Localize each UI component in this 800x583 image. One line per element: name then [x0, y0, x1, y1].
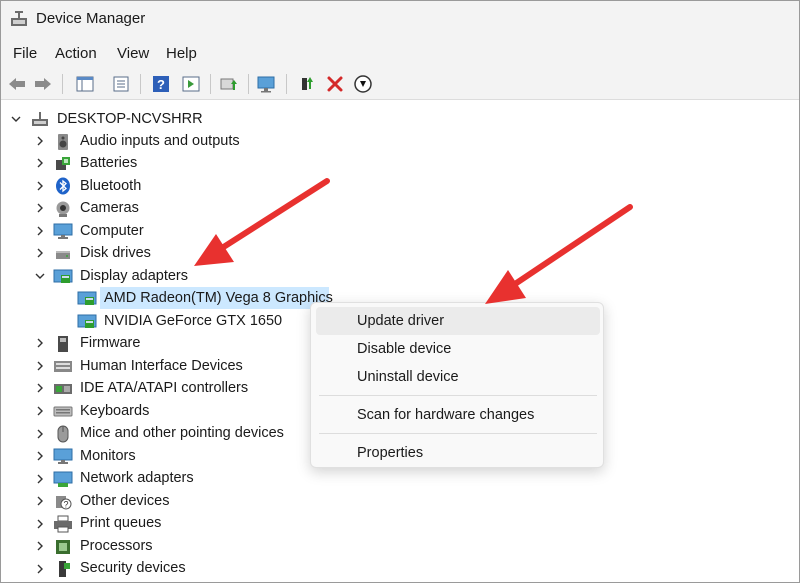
tree-device[interactable]: NVIDIA GeForce GTX 1650: [104, 310, 282, 332]
menu-file[interactable]: File: [13, 45, 37, 62]
chevron-right-icon[interactable]: [33, 517, 47, 531]
chevron-right-icon[interactable]: [33, 336, 47, 350]
hid-icon: [53, 356, 73, 376]
processor-icon: [53, 537, 73, 557]
security-device-icon: [53, 559, 73, 579]
chevron-right-icon[interactable]: [33, 562, 47, 576]
computer-icon: [53, 221, 73, 241]
chevron-right-icon[interactable]: [33, 539, 47, 553]
camera-icon: [53, 199, 73, 219]
menu-action[interactable]: Action: [55, 45, 97, 62]
tree-category[interactable]: Display adapters: [80, 265, 188, 287]
tree-category[interactable]: Firmware: [80, 332, 140, 354]
toolbar-separator: [210, 74, 211, 94]
tree-category[interactable]: Other devices: [80, 490, 169, 512]
bluetooth-icon: [53, 176, 73, 196]
tree-category[interactable]: Mice and other pointing devices: [80, 422, 284, 444]
toolbar-separator: [140, 74, 141, 94]
monitor-scan-icon[interactable]: [256, 73, 278, 95]
tree-category[interactable]: Security devices: [80, 557, 186, 579]
chevron-right-icon[interactable]: [33, 156, 47, 170]
tree-category[interactable]: Monitors: [80, 445, 136, 467]
tree-category[interactable]: Bluetooth: [80, 175, 141, 197]
chevron-right-icon[interactable]: [33, 246, 47, 260]
chevron-right-icon[interactable]: [33, 404, 47, 418]
chevron-right-icon[interactable]: [33, 381, 47, 395]
title-bar: Device Manager: [0, 0, 800, 38]
update-driver-icon[interactable]: [218, 73, 240, 95]
chevron-right-icon[interactable]: [33, 224, 47, 238]
forward-arrow-icon[interactable]: [32, 73, 54, 95]
menu-bar: File Action View Help: [0, 38, 800, 68]
properties-menu-item[interactable]: Properties: [316, 439, 600, 467]
properties-icon[interactable]: [110, 73, 132, 95]
toolbar-separator: [286, 74, 287, 94]
disable-down-icon[interactable]: [352, 73, 374, 95]
display-adapter-icon: [77, 288, 97, 308]
tree-category[interactable]: Network adapters: [80, 467, 194, 489]
disable-device-menu-item[interactable]: Disable device: [316, 335, 600, 363]
tree-category[interactable]: Batteries: [80, 152, 137, 174]
scan-hardware-menu-item[interactable]: Scan for hardware changes: [316, 401, 600, 429]
monitor-icon: [53, 446, 73, 466]
help-icon[interactable]: ?: [150, 73, 172, 95]
add-driver-icon[interactable]: [296, 73, 318, 95]
tree-category[interactable]: Disk drives: [80, 242, 151, 264]
tree-category[interactable]: IDE ATA/ATAPI controllers: [80, 377, 248, 399]
mouse-icon: [53, 424, 73, 444]
chevron-right-icon[interactable]: [33, 179, 47, 193]
tree-category[interactable]: Print queues: [80, 512, 161, 534]
keyboard-icon: [53, 401, 73, 421]
menu-separator: [319, 395, 597, 396]
console-tree-icon[interactable]: [74, 73, 96, 95]
back-arrow-icon[interactable]: [6, 73, 28, 95]
update-driver-menu-item[interactable]: Update driver: [316, 307, 600, 335]
chevron-right-icon[interactable]: [33, 494, 47, 508]
toolbar-separator: [62, 74, 63, 94]
chevron-down-icon[interactable]: [9, 112, 23, 126]
display-adapter-icon: [53, 266, 73, 286]
tree-category[interactable]: Cameras: [80, 197, 139, 219]
menu-view[interactable]: View: [117, 45, 149, 62]
chevron-down-icon[interactable]: [33, 269, 47, 283]
tree-category[interactable]: Keyboards: [80, 400, 149, 422]
tree-category[interactable]: Audio inputs and outputs: [80, 130, 240, 152]
tree-root-label[interactable]: DESKTOP-NCVSHRR: [57, 108, 203, 130]
chevron-right-icon[interactable]: [33, 427, 47, 441]
context-menu: Update driver Disable device Uninstall d…: [310, 302, 604, 468]
battery-icon: [53, 154, 73, 174]
action-pane-icon[interactable]: [180, 73, 202, 95]
speaker-icon: [53, 132, 73, 152]
toolbar-separator: [248, 74, 249, 94]
chevron-right-icon[interactable]: [33, 472, 47, 486]
menu-help[interactable]: Help: [166, 45, 197, 62]
device-manager-icon: [10, 10, 28, 33]
display-adapter-icon: [77, 311, 97, 331]
network-adapter-icon: [53, 469, 73, 489]
printer-icon: [53, 514, 73, 534]
chevron-right-icon[interactable]: [33, 134, 47, 148]
tree-category[interactable]: Processors: [80, 535, 153, 557]
other-devices-icon: ?: [53, 492, 73, 512]
chevron-right-icon[interactable]: [33, 359, 47, 373]
uninstall-device-menu-item[interactable]: Uninstall device: [316, 363, 600, 391]
computer-root-icon: [30, 109, 50, 129]
svg-text:?: ?: [157, 77, 165, 92]
tree-device[interactable]: AMD Radeon(TM) Vega 8 Graphics: [104, 287, 333, 309]
toolbar: ?: [0, 68, 800, 100]
menu-separator: [319, 433, 597, 434]
window-title: Device Manager: [36, 10, 146, 27]
tree-category[interactable]: Human Interface Devices: [80, 355, 243, 377]
svg-text:?: ?: [63, 500, 68, 510]
uninstall-x-icon[interactable]: [324, 73, 346, 95]
ide-controller-icon: [53, 379, 73, 399]
firmware-icon: [53, 334, 73, 354]
chevron-right-icon[interactable]: [33, 201, 47, 215]
tree-category[interactable]: Computer: [80, 220, 144, 242]
chevron-right-icon[interactable]: [33, 449, 47, 463]
disk-drive-icon: [53, 244, 73, 264]
